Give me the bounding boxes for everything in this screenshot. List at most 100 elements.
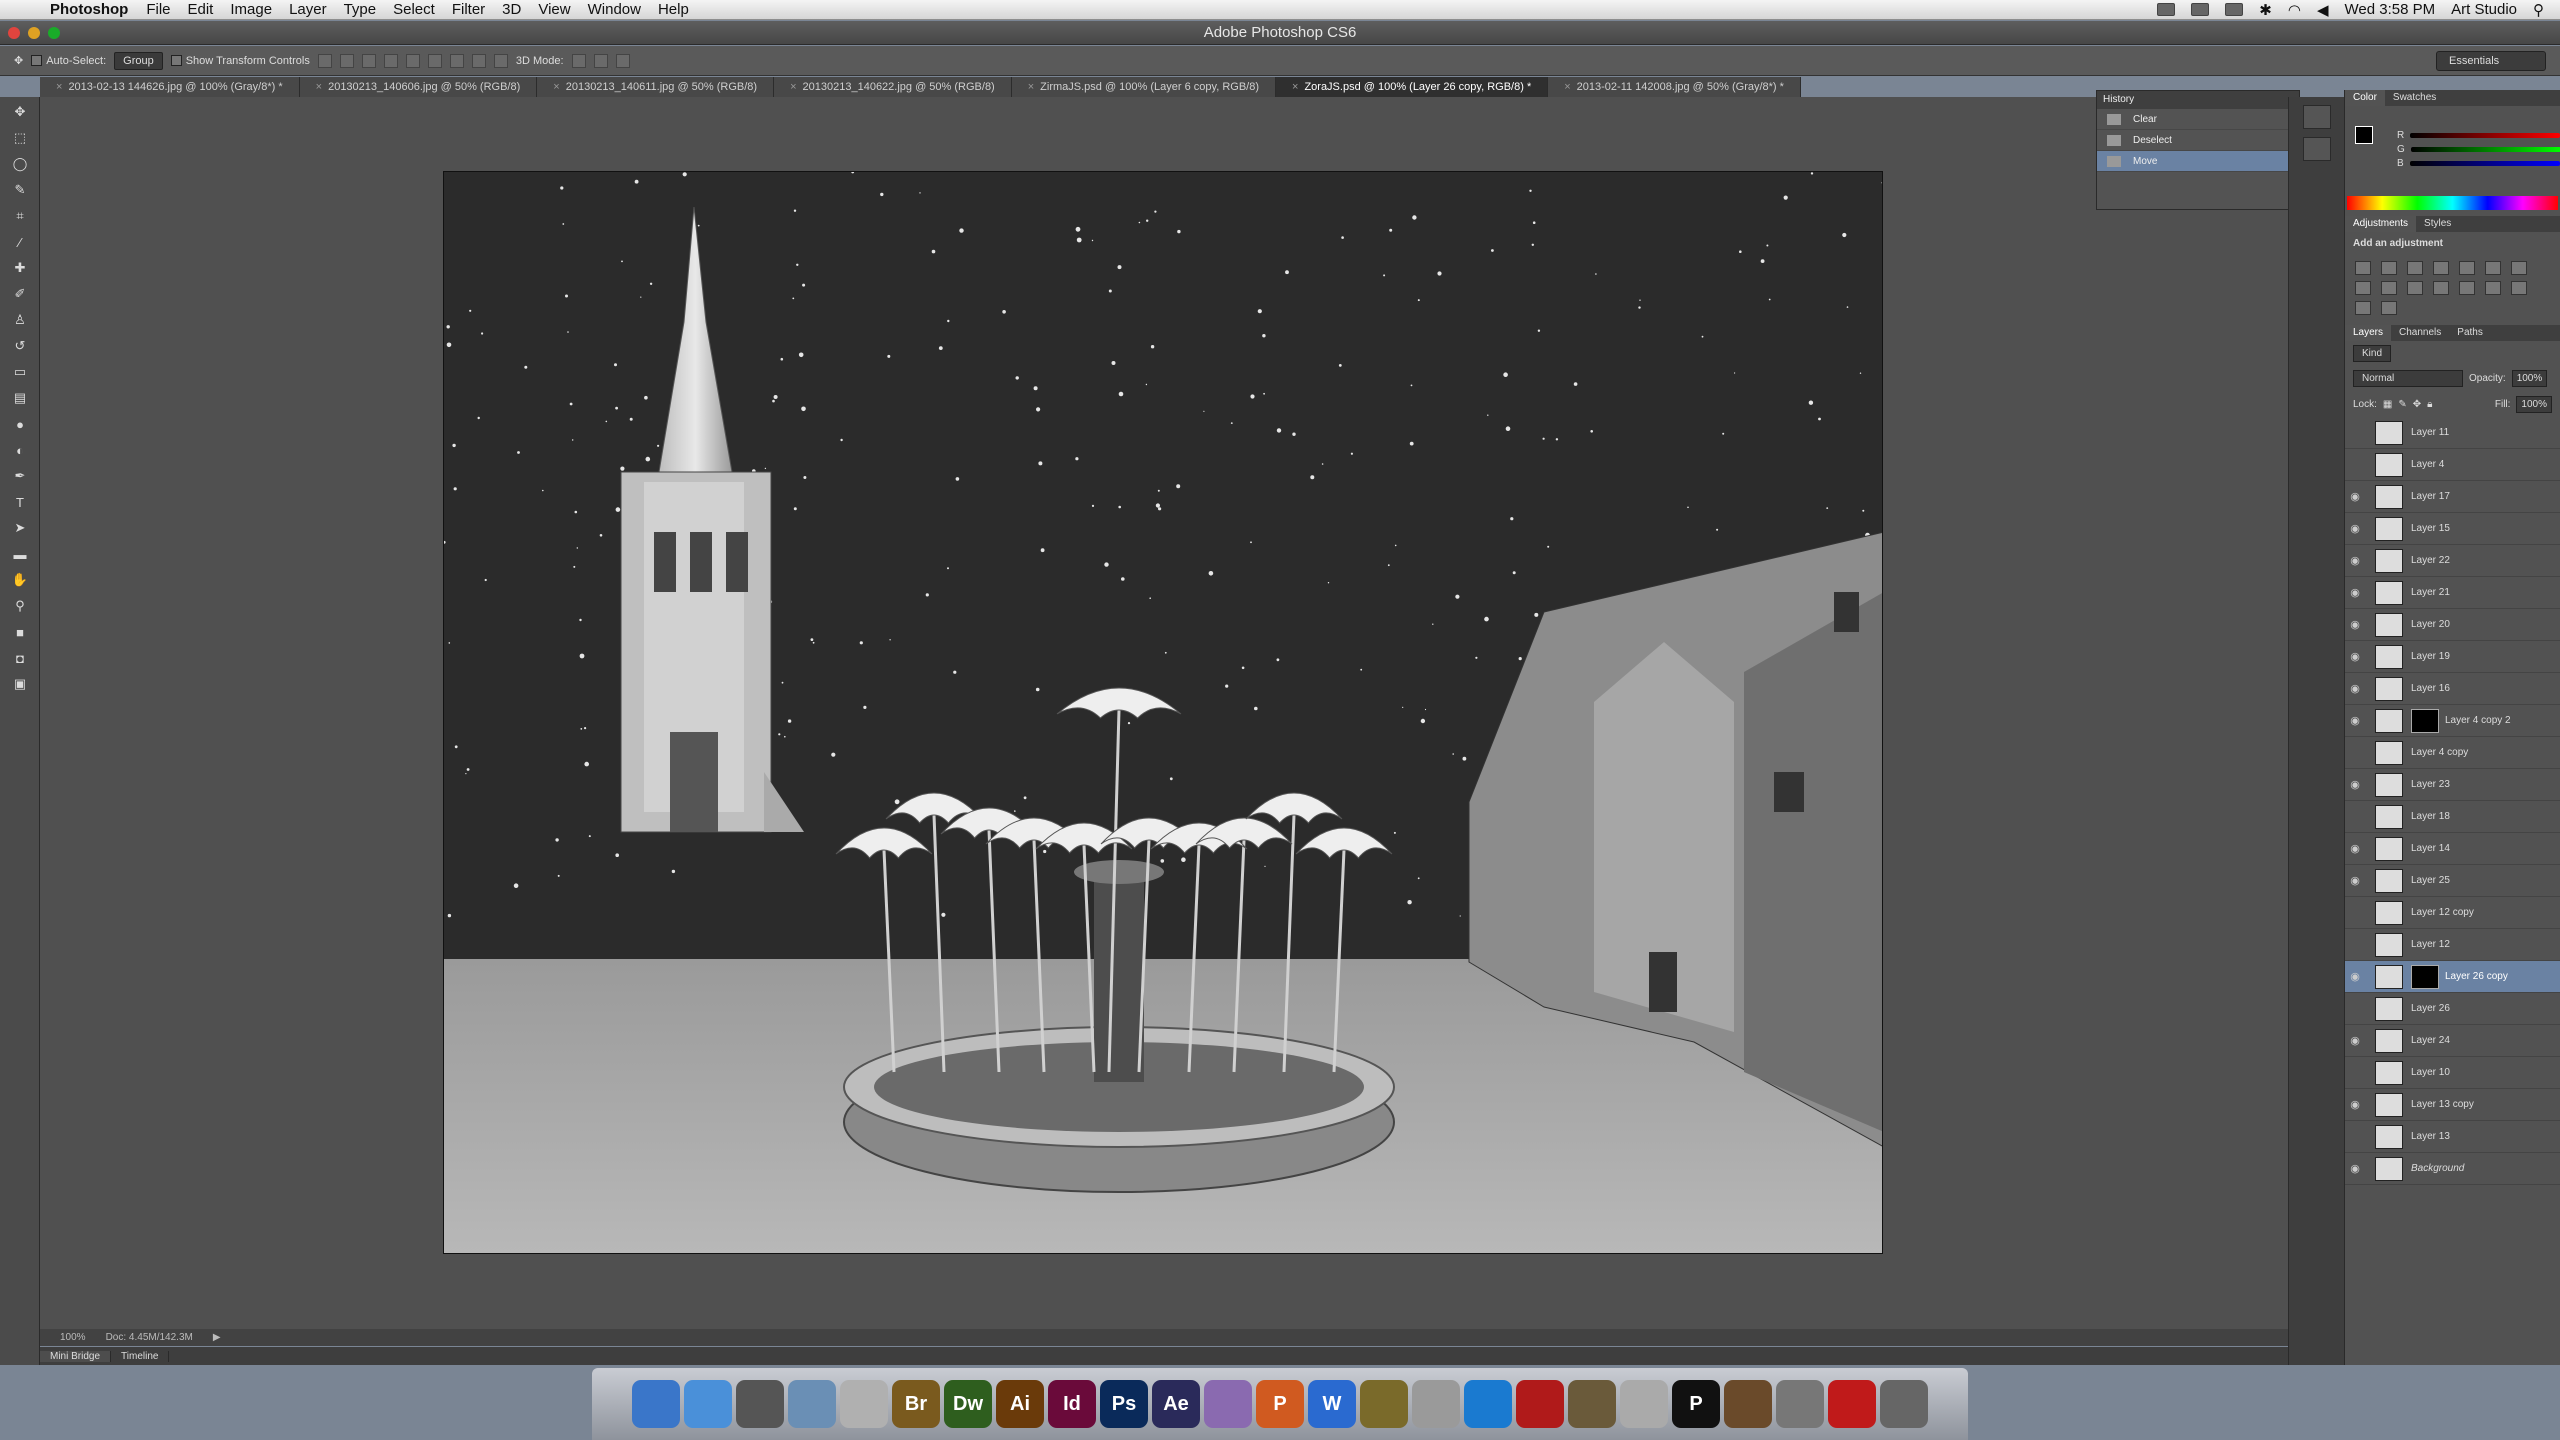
menu-type[interactable]: Type <box>344 1 377 18</box>
tab-channels[interactable]: Channels <box>2391 325 2449 341</box>
menu-window[interactable]: Window <box>588 1 641 18</box>
layer-visibility-eye-icon[interactable]: ◉ <box>2345 1162 2365 1175</box>
brush-tool-icon[interactable]: ✐ <box>8 283 32 305</box>
app-menu[interactable]: Photoshop <box>50 1 128 18</box>
airplay-icon[interactable] <box>2225 3 2244 16</box>
properties-panel-icon[interactable] <box>2302 137 2331 161</box>
document-tab[interactable]: × 20130213_140622.jpg @ 50% (RGB/8) <box>774 77 1012 97</box>
brightness-icon[interactable] <box>2355 261 2371 275</box>
curves-icon[interactable] <box>2407 261 2423 275</box>
dock-app-icon[interactable] <box>1724 1380 1772 1428</box>
tab-swatches[interactable]: Swatches <box>2385 90 2444 106</box>
zoom-window-button[interactable] <box>48 27 60 39</box>
clock[interactable]: Wed 3:58 PM <box>2345 1 2436 18</box>
green-slider[interactable]: G0 <box>2387 142 2560 156</box>
opacity-field[interactable]: 100% <box>2511 369 2548 387</box>
blue-slider[interactable]: B0 <box>2387 156 2560 170</box>
distribute-vertical-icon[interactable] <box>471 53 486 68</box>
3d-roll-icon[interactable] <box>593 53 608 68</box>
document-tab[interactable]: × 20130213_140611.jpg @ 50% (RGB/8) <box>537 77 775 97</box>
tab-mini-bridge[interactable]: Mini Bridge <box>40 1350 112 1362</box>
layer-visibility-eye-icon[interactable]: ◉ <box>2345 970 2365 983</box>
layer-row[interactable]: Layer 12 copy <box>2345 897 2560 929</box>
layer-visibility-eye-icon[interactable]: ◉ <box>2345 874 2365 887</box>
tab-styles[interactable]: Styles <box>2416 216 2459 232</box>
dock-app-icon[interactable] <box>840 1380 888 1428</box>
dock-app-icon[interactable] <box>632 1380 680 1428</box>
dock-app-icon[interactable] <box>1620 1380 1668 1428</box>
layer-row[interactable]: Layer 18 <box>2345 801 2560 833</box>
healing-tool-icon[interactable]: ✚ <box>8 257 32 279</box>
history-item[interactable]: Clear <box>2097 109 2299 130</box>
eraser-tool-icon[interactable]: ▭ <box>8 361 32 383</box>
document-tab[interactable]: × 2013-02-13 144626.jpg @ 100% (Gray/8*) … <box>40 77 300 97</box>
dodge-tool-icon[interactable]: ◐ <box>8 439 32 461</box>
channel-mixer-icon[interactable] <box>2407 281 2423 295</box>
stamp-tool-icon[interactable]: ♙ <box>8 309 32 331</box>
layer-row[interactable]: ◉ Layer 25 <box>2345 865 2560 897</box>
tab-layers[interactable]: Layers <box>2345 325 2392 341</box>
invert-icon[interactable] <box>2459 281 2475 295</box>
menu-filter[interactable]: Filter <box>452 1 485 18</box>
dock-app-icon[interactable]: Br <box>892 1380 940 1428</box>
dock-app-icon[interactable] <box>1776 1380 1824 1428</box>
document-tab[interactable]: × 20130213_140606.jpg @ 50% (RGB/8) <box>299 77 538 97</box>
spotlight-icon[interactable]: ⚲ <box>2533 1 2544 19</box>
tab-timeline[interactable]: Timeline <box>111 1350 170 1362</box>
dock-app-icon[interactable]: Id <box>1048 1380 1096 1428</box>
gradient-tool-icon[interactable]: ▤ <box>8 387 32 409</box>
3d-drag-icon[interactable] <box>615 53 630 68</box>
dock-app-icon[interactable]: P <box>1256 1380 1304 1428</box>
layer-visibility-eye-icon[interactable]: ◉ <box>2345 618 2365 631</box>
layer-row[interactable]: ◉ Layer 15 <box>2345 513 2560 545</box>
document-tab[interactable]: × 2013-02-11 142008.jpg @ 50% (Gray/8*) * <box>1548 77 1801 97</box>
history-brush-tool-icon[interactable]: ↺ <box>8 335 32 357</box>
dock-app-icon[interactable] <box>1568 1380 1616 1428</box>
transform-controls-checkbox[interactable] <box>170 55 182 67</box>
dock-app-icon[interactable] <box>736 1380 784 1428</box>
layer-row[interactable]: Layer 4 <box>2345 449 2560 481</box>
blend-mode-select[interactable]: Normal <box>2353 369 2463 387</box>
path-select-tool-icon[interactable]: ➤ <box>8 517 32 539</box>
layer-row[interactable]: ◉ Layer 17 <box>2345 481 2560 513</box>
align-top-icon[interactable] <box>317 53 332 68</box>
document-tab-active[interactable]: × ZoraJS.psd @ 100% (Layer 26 copy, RGB/8… <box>1276 77 1549 97</box>
shape-tool-icon[interactable]: ▬ <box>8 543 32 565</box>
auto-select-checkbox[interactable] <box>31 55 43 67</box>
layer-row[interactable]: ◉ Layer 13 copy <box>2345 1089 2560 1121</box>
minimize-window-button[interactable] <box>28 27 40 39</box>
layer-visibility-eye-icon[interactable]: ◉ <box>2345 522 2365 535</box>
dock-app-icon[interactable] <box>1412 1380 1460 1428</box>
dock-app-icon[interactable] <box>1360 1380 1408 1428</box>
close-tab-icon[interactable]: × <box>790 81 796 93</box>
selective-color-icon[interactable] <box>2381 301 2397 315</box>
close-tab-icon[interactable]: × <box>1028 81 1034 93</box>
align-left-icon[interactable] <box>383 53 398 68</box>
pen-tool-icon[interactable]: ✒ <box>8 465 32 487</box>
exposure-icon[interactable] <box>2433 261 2449 275</box>
align-center-icon[interactable] <box>405 53 420 68</box>
photoshop-status-icon[interactable] <box>2157 3 2176 16</box>
layer-row[interactable]: Layer 11 <box>2345 417 2560 449</box>
red-slider[interactable]: R0 <box>2387 128 2560 142</box>
menu-select[interactable]: Select <box>393 1 435 18</box>
dock-app-icon[interactable] <box>1880 1380 1928 1428</box>
lock-position-icon[interactable]: ✥ <box>2413 399 2421 410</box>
menu-image[interactable]: Image <box>230 1 272 18</box>
document-size[interactable]: Doc: 4.45M/142.3M <box>106 1329 193 1346</box>
display-icon[interactable] <box>2191 3 2210 16</box>
dock-app-icon[interactable]: W <box>1308 1380 1356 1428</box>
fill-field[interactable]: 100% <box>2516 395 2552 413</box>
layer-visibility-eye-icon[interactable]: ◉ <box>2345 714 2365 727</box>
layer-row[interactable]: Layer 10 <box>2345 1057 2560 1089</box>
move-tool-icon[interactable]: ✥ <box>8 101 32 123</box>
close-tab-icon[interactable]: × <box>553 81 559 93</box>
menu-edit[interactable]: Edit <box>188 1 214 18</box>
foreground-background-color-icon[interactable]: ■ <box>8 621 32 643</box>
align-bottom-icon[interactable] <box>361 53 376 68</box>
tab-adjustments[interactable]: Adjustments <box>2345 216 2417 232</box>
layer-mask-thumbnail[interactable] <box>2411 708 2439 733</box>
close-tab-icon[interactable]: × <box>1292 81 1298 93</box>
lock-all-icon[interactable]: 🔒︎ <box>2427 399 2432 410</box>
hand-tool-icon[interactable]: ✋ <box>8 569 32 591</box>
